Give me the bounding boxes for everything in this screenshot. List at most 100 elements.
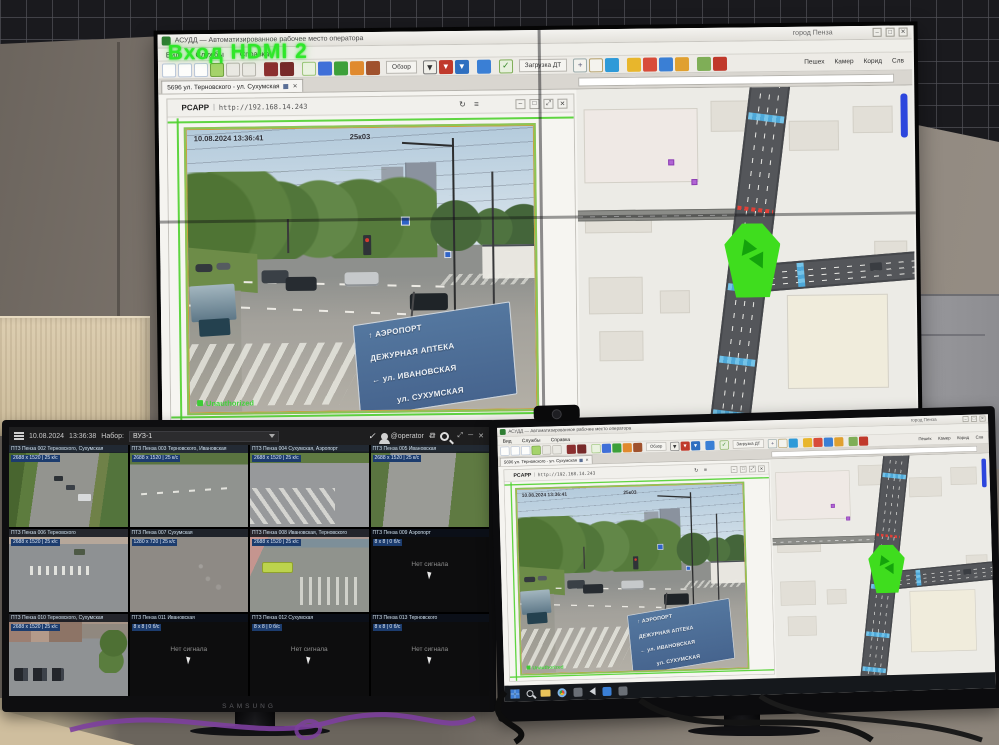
toolbar-label-cameras[interactable]: Камер [938,436,951,441]
vms-close-button[interactable]: ✕ [478,432,484,440]
person-red-icon[interactable] [643,57,657,71]
leaf-icon[interactable] [591,444,600,453]
toolbar-label-corridors[interactable]: Корид [957,436,969,441]
start-button[interactable] [510,689,519,698]
pcapp-minimize-button[interactable] [515,99,525,109]
camera-tile-offline[interactable]: ПТЗ Пенза 012 Сухумская 8 x 8 | 0 б/с Не… [250,614,369,696]
undo-icon[interactable] [834,437,843,446]
edit-icon[interactable] [589,58,603,72]
layers-icon[interactable] [531,445,540,454]
pcapp-expand-button[interactable] [749,465,756,472]
overview-button[interactable]: Обзор [646,442,666,451]
pan-hand-icon[interactable] [552,445,561,454]
toolbar-label-corridors[interactable]: Корид [864,58,883,65]
filter-icon[interactable] [423,60,437,74]
filter-blue-icon[interactable] [691,441,700,450]
window-minimize-button[interactable] [873,28,882,37]
pcapp-maximize-button[interactable] [740,466,747,473]
upload-icon[interactable] [659,57,673,71]
toolbar-label-pedestrians[interactable]: Пешех [804,58,824,65]
check-icon[interactable] [368,431,376,442]
refresh-icon[interactable] [457,99,467,109]
overview-button[interactable]: Обзор [386,60,417,73]
window-close-button[interactable] [979,416,985,422]
tab-close-icon[interactable] [293,82,298,89]
filter-blue-icon[interactable] [455,59,469,73]
map-scrollbar[interactable] [900,93,908,137]
pcapp-url[interactable]: http://192.168.14.243 [219,102,308,111]
vms-restore-button[interactable]: ⤢ [458,432,464,440]
refresh-icon[interactable] [693,467,700,474]
save-icon[interactable] [521,446,530,455]
tab-close-icon[interactable] [585,458,588,463]
map-search-input[interactable] [578,74,894,87]
zoom-plus-icon[interactable] [768,439,777,448]
filter-red-icon[interactable] [680,441,689,450]
detector-brown-icon[interactable] [366,60,380,74]
upload-icon[interactable] [824,437,833,446]
edit-icon[interactable] [778,438,787,447]
camera-tile[interactable]: ПТЗ Пенза 002 Терновского, Сухумская 268… [9,445,128,527]
window-minimize-button[interactable] [963,416,969,422]
load-dt-button[interactable]: Загрузка ДТ [732,439,764,448]
camera-tile[interactable]: ПТЗ Пенза 004 Сухумская, Аэропорт 2688 x… [250,445,369,527]
camera-tile[interactable]: ПТЗ Пенза 007 Сухумская 1280 x 720 | 25 … [130,529,249,611]
vms-minimize-button[interactable]: ─ [468,432,473,440]
detector-orange-icon[interactable] [623,443,632,452]
filter-red-icon[interactable] [439,60,453,74]
toolbar-label-services[interactable]: Слв [892,58,904,65]
window-maximize-button[interactable] [971,416,977,422]
new-document-icon[interactable] [500,446,509,455]
pcapp-close-button[interactable] [557,98,567,108]
open-icon[interactable] [511,446,520,455]
toolbar-label-pedestrians[interactable]: Пешех [918,437,931,442]
tab-intersection[interactable]: 5696 ул. Терновского - ул. Сухумская [161,79,304,94]
camera-tile-offline[interactable]: ПТЗ Пенза 009 Аэропорт 8 x 8 | 0 б/с Нет… [371,529,490,611]
speaker-icon[interactable] [589,687,595,695]
app-icon[interactable] [573,687,582,696]
pcapp-url[interactable]: http://192.168.14.243 [538,470,596,477]
person-yellow-icon[interactable] [627,57,641,71]
panel-menu-icon[interactable] [702,467,709,474]
detector-blue-icon[interactable] [602,443,611,452]
bird-icon[interactable] [605,57,619,71]
binoculars-icon[interactable] [577,444,586,453]
select-cursor-icon[interactable] [542,445,551,454]
detector-green-icon[interactable] [612,443,621,452]
traffic-map[interactable] [576,85,916,425]
camera-set-select[interactable]: ВУЗ-1 [129,431,279,442]
detector-brown-icon[interactable] [633,442,642,451]
hierarchy-icon[interactable] [477,59,491,73]
traffic-map[interactable] [770,453,995,678]
camera-tile[interactable]: ПТЗ Пенза 010 Терновского, Сухумская 268… [9,614,128,696]
toolbar-label-cameras[interactable]: Камер [834,58,853,65]
bird-icon[interactable] [789,438,798,447]
mountain-icon[interactable] [567,444,576,453]
camera-tile[interactable]: ПТЗ Пенза 008 Ивановская, Терновского 26… [250,529,369,611]
pcapp-minimize-button[interactable] [731,466,738,473]
zoom-plus-icon[interactable] [573,58,587,72]
menu-services[interactable]: Службы [522,437,541,443]
browser-icon[interactable] [557,688,566,697]
route-check-icon[interactable] [719,440,728,449]
hierarchy-icon[interactable] [705,440,714,449]
panel-menu-icon[interactable] [471,99,481,109]
toolbar-label-services[interactable]: Слв [976,435,984,440]
detector-blue-icon[interactable] [318,61,332,75]
window-maximize-button[interactable] [886,28,895,37]
search-icon[interactable] [440,432,449,441]
pencil-green-icon[interactable] [849,436,858,445]
detector-green-icon[interactable] [334,61,348,75]
menu-view[interactable]: Вид [503,438,512,444]
camera-view[interactable]: ↑ АЭРОПОРТ ДЕЖУРНАЯ АПТЕКА ← ул. ИВАНОВС… [184,123,539,415]
route-check-icon[interactable] [499,59,513,73]
map-scrollbar[interactable] [981,459,986,488]
pinned-app-icon[interactable] [602,686,611,695]
camera-tile-offline[interactable]: ПТЗ Пенза 011 Ивановская 8 x 8 | 0 б/с Н… [130,614,249,696]
person-yellow-icon[interactable] [803,438,812,447]
camera-tile[interactable]: ПТЗ Пенза 006 Терновского 2688 x 1520 | … [9,529,128,611]
window-close-button[interactable] [899,27,908,36]
user-account[interactable]: @operator [381,433,424,440]
undo-icon[interactable] [675,57,689,71]
menu-icon[interactable] [14,432,24,440]
